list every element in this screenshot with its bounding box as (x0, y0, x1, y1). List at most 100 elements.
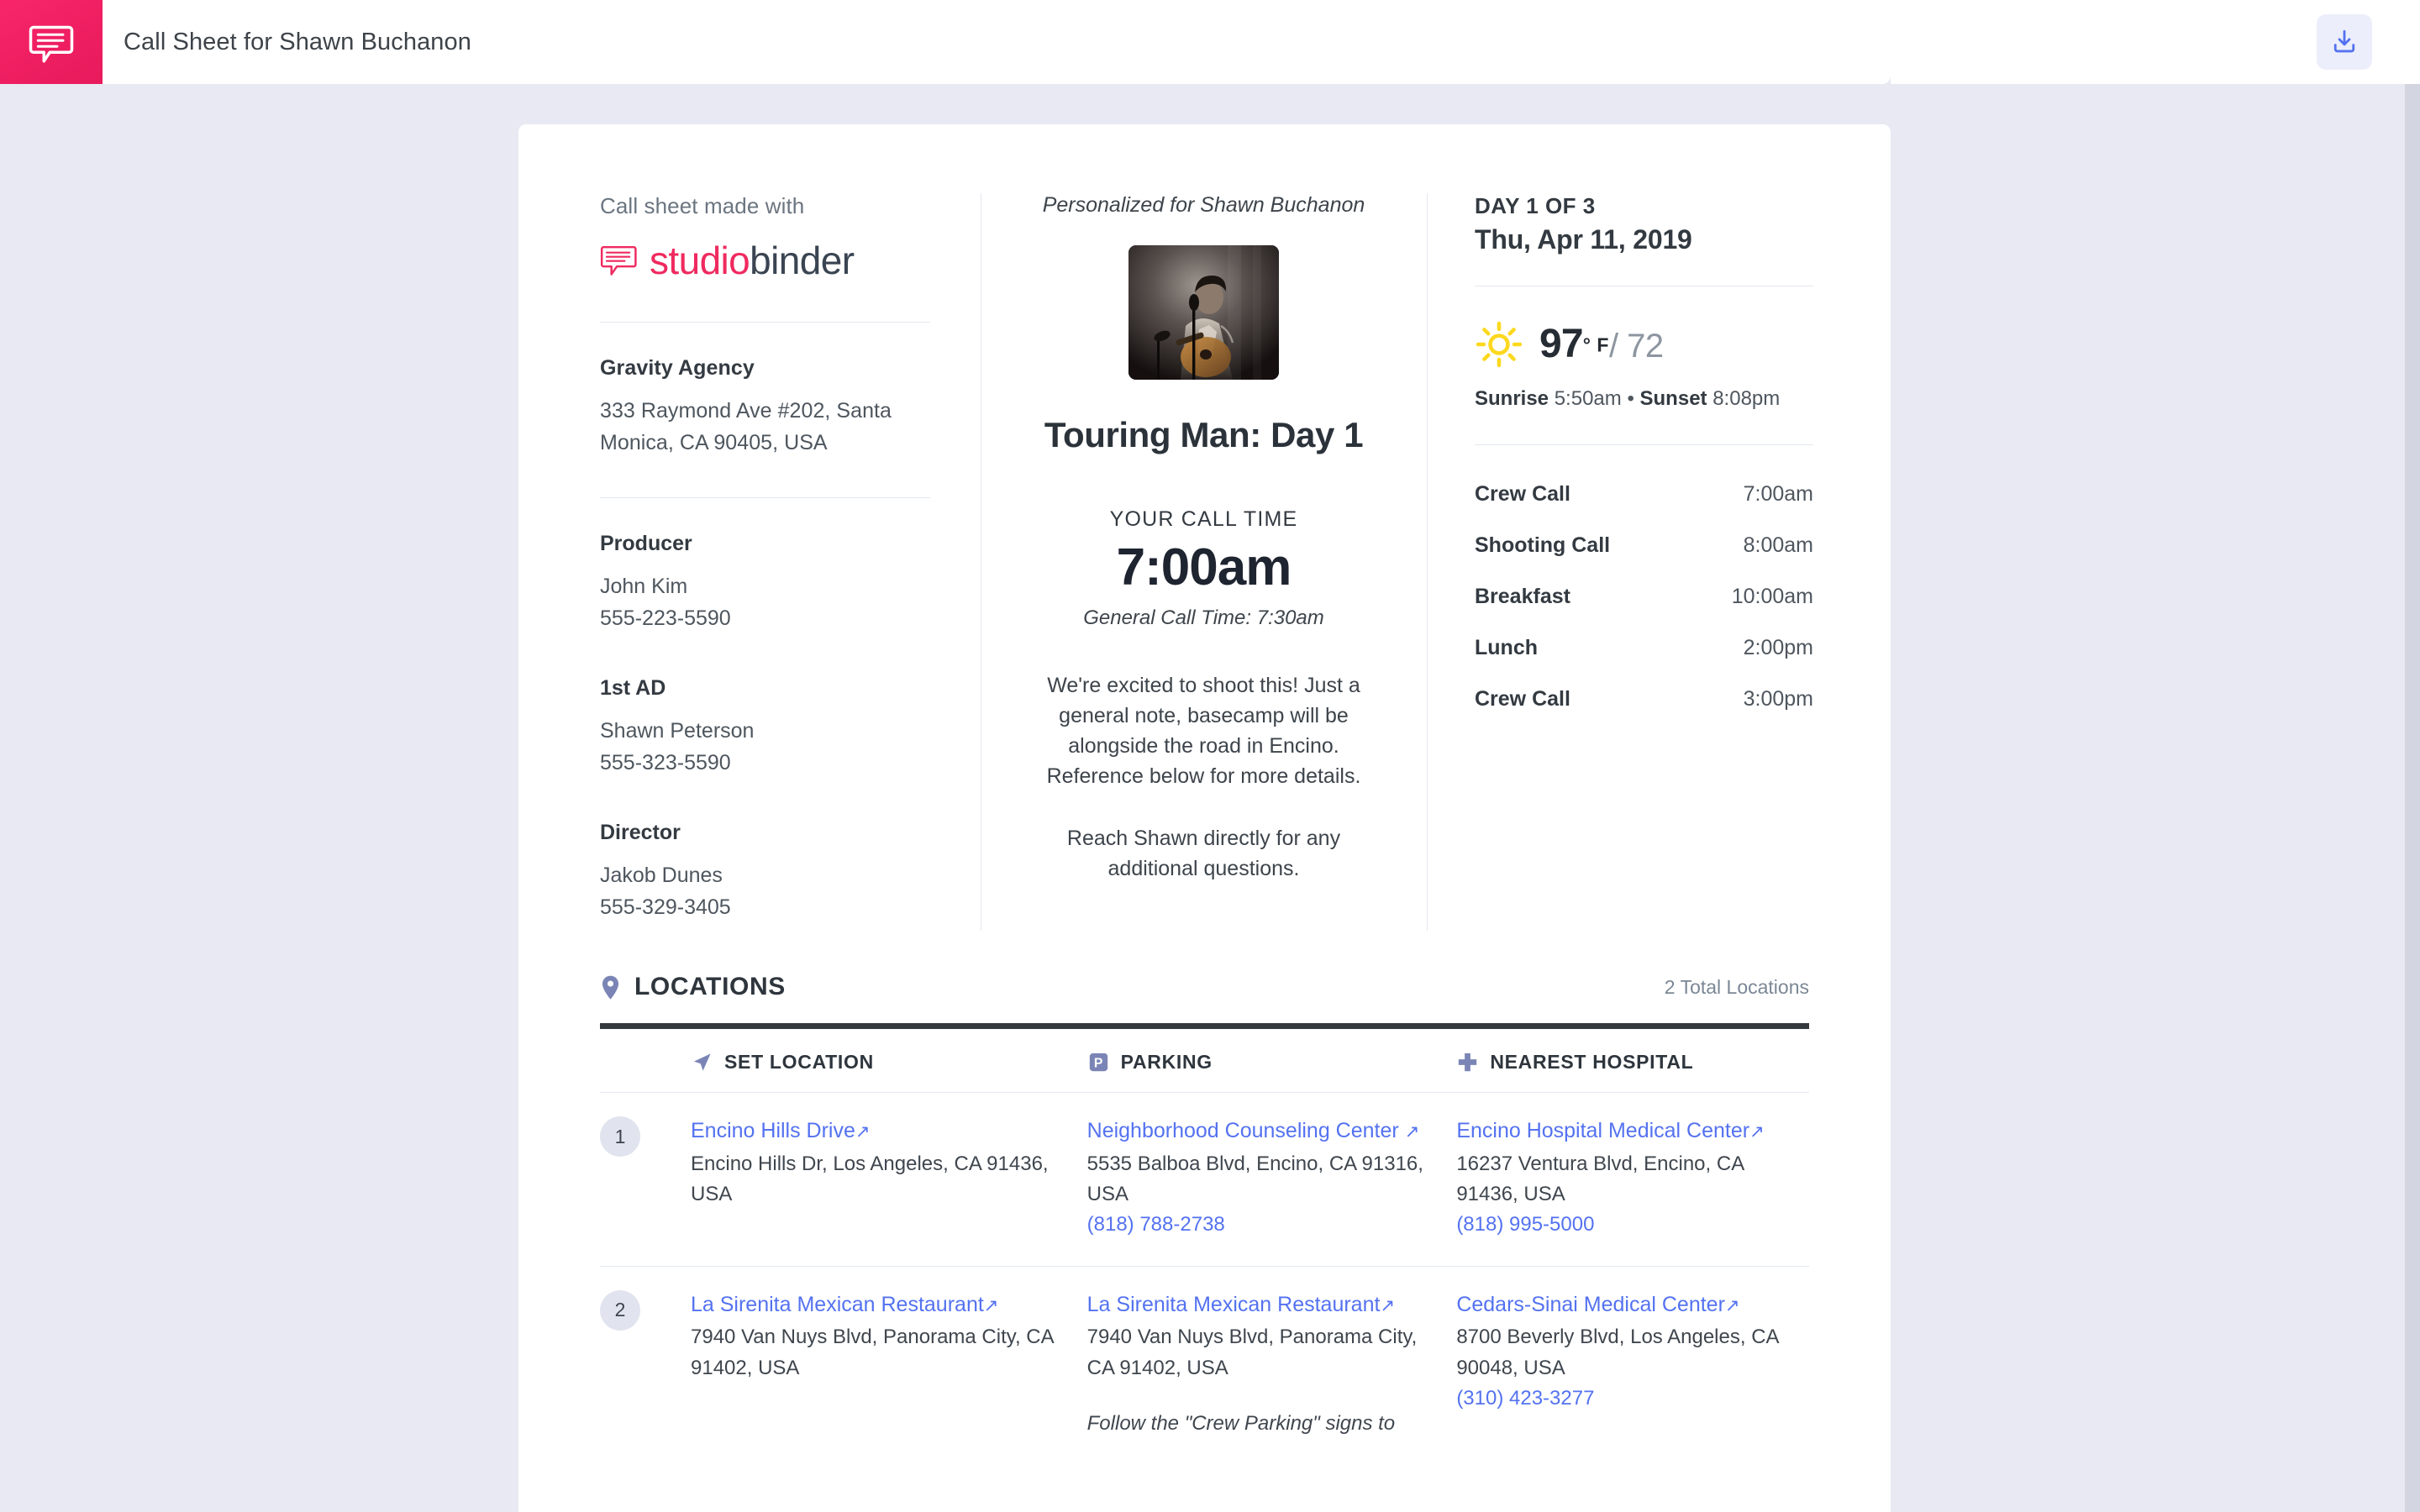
vertical-scrollbar[interactable] (2405, 84, 2420, 1512)
separator-dot: • (1627, 387, 1634, 410)
weather-block: 97° F/ 72 Sunrise 5:50am • Sunset 8:08pm (1475, 286, 1813, 411)
schedule-row: Crew Call 3:00pm (1475, 687, 1813, 711)
made-with-label: Call sheet made with (600, 193, 805, 218)
table-row: 1 Encino Hills Drive↗ Encino Hills Dr, L… (600, 1092, 1809, 1266)
external-link-icon: ↗ (1404, 1122, 1420, 1142)
schedule-label: Crew Call (1475, 482, 1570, 506)
svg-text:P: P (1093, 1057, 1102, 1071)
contact-director: Director Jakob Dunes 555-329-3405 (600, 821, 930, 923)
hospital-cell: Encino Hospital Medical Center↗ 16237 Ve… (1456, 1116, 1809, 1241)
temperature-low: / 72 (1608, 327, 1664, 365)
shoot-date: Thu, Apr 11, 2019 (1475, 224, 1692, 255)
external-link-icon: ↗ (1749, 1122, 1765, 1142)
studiobinder-logo: studiobinder (600, 241, 930, 280)
location-number-badge: 1 (600, 1116, 640, 1157)
column-header-set-location: SET LOCATION (600, 1051, 1087, 1074)
agency-address-line-1: 333 Raymond Ave #202, Santa (600, 399, 892, 423)
schedule-list: Crew Call 7:00am Shooting Call 8:00am Br… (1475, 445, 1813, 711)
day-of-label: DAY 1 OF 3 (1475, 193, 1596, 218)
download-button[interactable] (2317, 14, 2372, 70)
external-link-icon: ↗ (855, 1122, 871, 1142)
hospital-phone[interactable]: (310) 423-3277 (1456, 1383, 1782, 1414)
contact-name: Jakob Dunes (600, 864, 723, 887)
location-number-badge: 2 (600, 1289, 640, 1331)
locations-header: LOCATIONS 2 Total Locations (600, 973, 1809, 1001)
hospital-link[interactable]: Cedars-Sinai Medical Center↗ (1456, 1290, 1782, 1320)
sunset-label: Sunset (1639, 387, 1707, 410)
schedule-time: 10:00am (1731, 585, 1813, 608)
studiobinder-logo-icon (600, 241, 639, 280)
hospital-phone[interactable]: (818) 995-5000 (1456, 1210, 1782, 1240)
schedule-row: Crew Call 7:00am (1475, 482, 1813, 507)
contact-phone: 555-223-5590 (600, 606, 731, 630)
schedule-time: 3:00pm (1743, 687, 1813, 711)
temperature-high: 97 (1539, 321, 1584, 366)
schedule-row: Lunch 2:00pm (1475, 636, 1813, 660)
sunrise-sunset: Sunrise 5:50am • Sunset 8:08pm (1475, 387, 1813, 411)
locations-section: LOCATIONS 2 Total Locations SET LOCATION (518, 973, 1891, 1464)
hospital-address: 8700 Beverly Blvd, Los Angeles, CA 90048… (1456, 1326, 1779, 1379)
contact-first-ad: 1st AD Shawn Peterson 555-323-5590 (600, 676, 930, 779)
production-note-2: Reach Shawn directly for any additional … (1066, 827, 1341, 881)
page-title: Call Sheet for Shawn Buchanon (124, 28, 471, 55)
studiobinder-speech-bubble-icon[interactable] (0, 0, 103, 84)
parking-note: Follow the "Crew Parking" signs to (1086, 1412, 1396, 1436)
sunset-time: 8:08pm (1712, 387, 1781, 410)
column-header-nearest-hospital: NEAREST HOSPITAL (1456, 1051, 1809, 1074)
parking-address: 5535 Balboa Blvd, Encino, CA 91316, USA (1086, 1152, 1423, 1205)
sunrise-label: Sunrise (1475, 387, 1549, 410)
logo-text-binder: binder (750, 239, 855, 282)
column-header-label: SET LOCATION (724, 1051, 874, 1073)
schedule-label: Shooting Call (1475, 533, 1611, 557)
contact-role: Producer (600, 532, 692, 555)
parking-link[interactable]: La Sirenita Mexican Restaurant↗ (1087, 1290, 1430, 1320)
medical-cross-icon (1456, 1051, 1479, 1074)
schedule-time: 2:00pm (1743, 636, 1813, 659)
column-header-label: PARKING (1120, 1051, 1213, 1073)
general-call-time: General Call Time: 7:30am (1083, 606, 1324, 630)
navigation-arrow-icon (691, 1051, 713, 1074)
project-title: Touring Man: Day 1 (1044, 415, 1364, 454)
production-note-1: We're excited to shoot this! Just a gene… (1046, 674, 1361, 789)
personalized-label: Personalized for Shawn Buchanon (1042, 193, 1365, 217)
locations-table: SET LOCATION P PARKING NEAREST HOSPITAL … (600, 1029, 1809, 1464)
set-location-link[interactable]: La Sirenita Mexican Restaurant↗ (691, 1290, 1060, 1320)
hospital-link[interactable]: Encino Hospital Medical Center↗ (1456, 1116, 1782, 1147)
contact-producer: Producer John Kim 555-223-5590 (600, 532, 930, 634)
schedule-label: Lunch (1475, 636, 1538, 659)
agency-address-line-2: Monica, CA 90405, USA (600, 430, 828, 454)
sun-icon (1475, 320, 1523, 369)
column-header-parking: P PARKING (1087, 1051, 1457, 1074)
contact-name: John Kim (600, 575, 688, 598)
locations-rule (600, 1023, 1809, 1029)
contact-role: 1st AD (600, 676, 666, 700)
external-link-icon: ↗ (1724, 1295, 1740, 1315)
locations-column-headers: SET LOCATION P PARKING NEAREST HOSPITAL (600, 1029, 1809, 1092)
locations-title: LOCATIONS (634, 973, 786, 1000)
agency-name: Gravity Agency (600, 356, 755, 380)
parking-link[interactable]: Neighborhood Counseling Center ↗ (1087, 1116, 1430, 1147)
production-company-column: Call sheet made with studiobinder Gravit… (518, 193, 981, 973)
parking-cell: La Sirenita Mexican Restaurant↗ 7940 Van… (1087, 1290, 1457, 1439)
parking-phone[interactable]: (818) 788-2738 (1087, 1210, 1430, 1240)
contact-phone: 555-323-5590 (600, 751, 731, 774)
set-location-cell: La Sirenita Mexican Restaurant↗ 7940 Van… (600, 1290, 1087, 1439)
table-row: 2 La Sirenita Mexican Restaurant↗ 7940 V… (600, 1265, 1809, 1464)
parking-cell: Neighborhood Counseling Center ↗ 5535 Ba… (1087, 1116, 1457, 1241)
schedule-time: 7:00am (1743, 482, 1813, 506)
locations-count: 2 Total Locations (1664, 975, 1809, 998)
map-pin-icon (600, 974, 621, 1000)
external-link-icon: ↗ (1380, 1295, 1396, 1315)
musician-with-guitar-photo (1128, 245, 1279, 380)
agency-block: Gravity Agency 333 Raymond Ave #202, San… (600, 323, 930, 459)
parking-address: 7940 Van Nuys Blvd, Panorama City, CA 91… (1086, 1326, 1418, 1379)
call-sheet-header-block: Call sheet made with studiobinder Gravit… (518, 124, 1891, 973)
set-location-address: Encino Hills Dr, Los Angeles, CA 91436, … (691, 1152, 1049, 1205)
contact-role: Director (600, 821, 681, 844)
day-details-column: DAY 1 OF 3 Thu, Apr 11, 2019 97° F/ 72 S… (1427, 193, 1891, 973)
hospital-cell: Cedars-Sinai Medical Center↗ 8700 Beverl… (1456, 1290, 1809, 1439)
logo-text-studio: studio (650, 239, 750, 282)
set-location-address: 7940 Van Nuys Blvd, Panorama City, CA 91… (691, 1326, 1054, 1379)
contact-phone: 555-329-3405 (600, 895, 731, 919)
set-location-link[interactable]: Encino Hills Drive↗ (691, 1116, 1060, 1147)
